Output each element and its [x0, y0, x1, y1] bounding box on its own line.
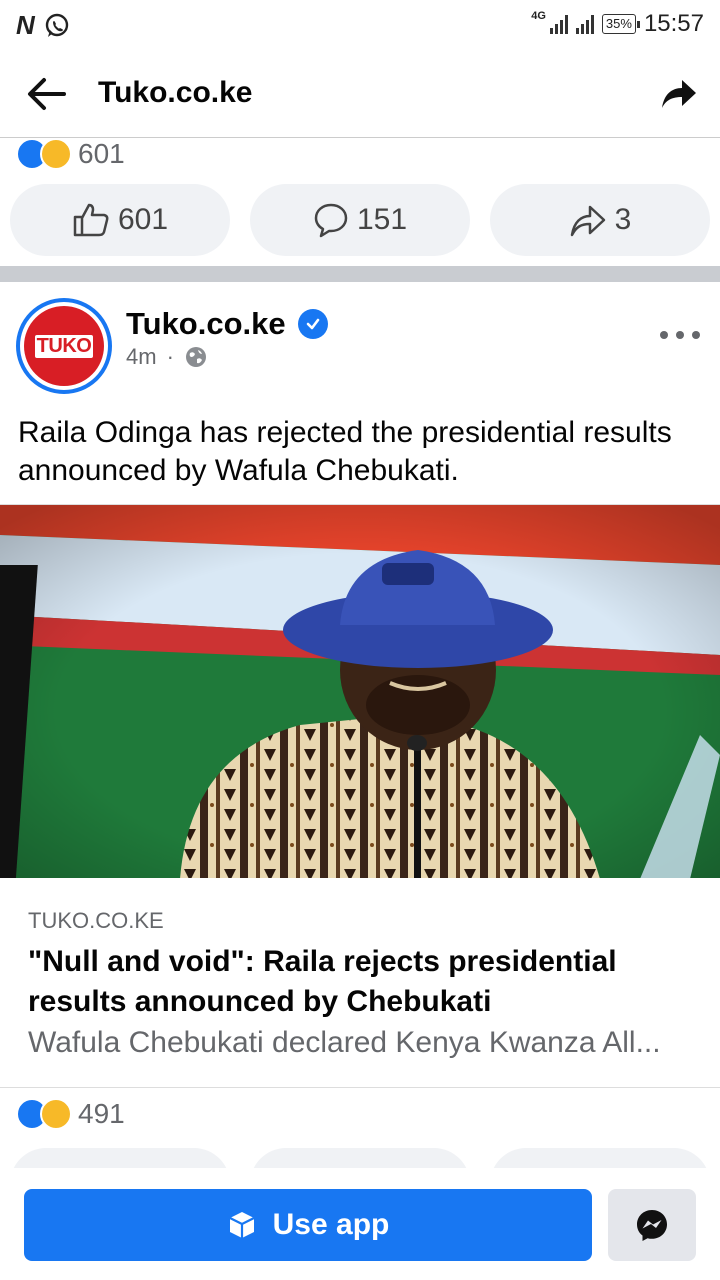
signal-icon: [549, 14, 568, 34]
post-time: 4m: [126, 344, 157, 369]
messenger-icon: [637, 1210, 667, 1241]
reaction-count: 491: [78, 1098, 125, 1129]
back-arrow-icon[interactable]: [24, 74, 68, 114]
network-type: 4G: [531, 10, 546, 22]
whatsapp-icon: [45, 13, 68, 37]
link-domain: TUKO.CO.KE: [28, 908, 164, 933]
previous-post-reactions[interactable]: 601: [16, 138, 125, 170]
tuko-logo: TUKO: [24, 306, 104, 386]
like-count: 601: [117, 203, 169, 236]
post-text: Raila Odinga has rejected the presidenti…: [18, 416, 672, 487]
share-count: 3: [614, 203, 632, 236]
haha-reaction-icon: [40, 1098, 72, 1130]
post-meta: 4m ·: [126, 344, 208, 370]
share-arrow-icon: [570, 205, 605, 237]
verified-badge-icon: [297, 309, 328, 339]
battery-indicator: 35%: [601, 14, 640, 34]
app-bar: Tuko.co.ke: [0, 50, 720, 138]
like-button[interactable]: 601: [10, 184, 230, 256]
cube-icon: [229, 1212, 255, 1238]
post-page-name[interactable]: Tuko.co.ke: [126, 306, 328, 342]
messenger-button[interactable]: [608, 1189, 696, 1261]
link-title: "Null and void": Raila rejects president…: [28, 945, 617, 1018]
reaction-count: 601: [78, 138, 125, 169]
share-icon[interactable]: [658, 74, 698, 114]
comment-button[interactable]: 151: [250, 184, 470, 256]
use-app-button[interactable]: Use app: [24, 1189, 592, 1261]
post-photo[interactable]: [0, 504, 720, 878]
comment-icon: [314, 203, 348, 238]
comment-count: 151: [356, 203, 408, 236]
share-button[interactable]: 3: [490, 184, 710, 256]
use-app-label: Use app: [272, 1208, 390, 1241]
previous-post-actions: 601 151 3: [10, 184, 710, 256]
dot-separator: ·: [166, 344, 174, 369]
post-author: Tuko.co.ke: [126, 306, 286, 341]
photo-illustration: [0, 505, 720, 878]
page-avatar[interactable]: TUKO: [16, 298, 112, 394]
globe-icon: [185, 347, 206, 367]
haha-reaction-icon: [40, 138, 72, 170]
post-reactions[interactable]: 491: [16, 1098, 125, 1130]
status-bar: N 4G 35% 15:57: [0, 0, 720, 50]
feed-separator: [0, 266, 720, 282]
more-options-icon[interactable]: [660, 320, 700, 350]
clock: 15:57: [643, 10, 704, 37]
signal-icon-2: [575, 14, 594, 34]
page-title: Tuko.co.ke: [98, 76, 253, 109]
thumbs-up-icon: [73, 203, 109, 237]
link-preview-card[interactable]: TUKO.CO.KE "Null and void": Raila reject…: [0, 880, 720, 1088]
link-description: Wafula Chebukati declared Kenya Kwanza A…: [28, 1026, 661, 1059]
netflix-n-icon: N: [16, 10, 35, 40]
